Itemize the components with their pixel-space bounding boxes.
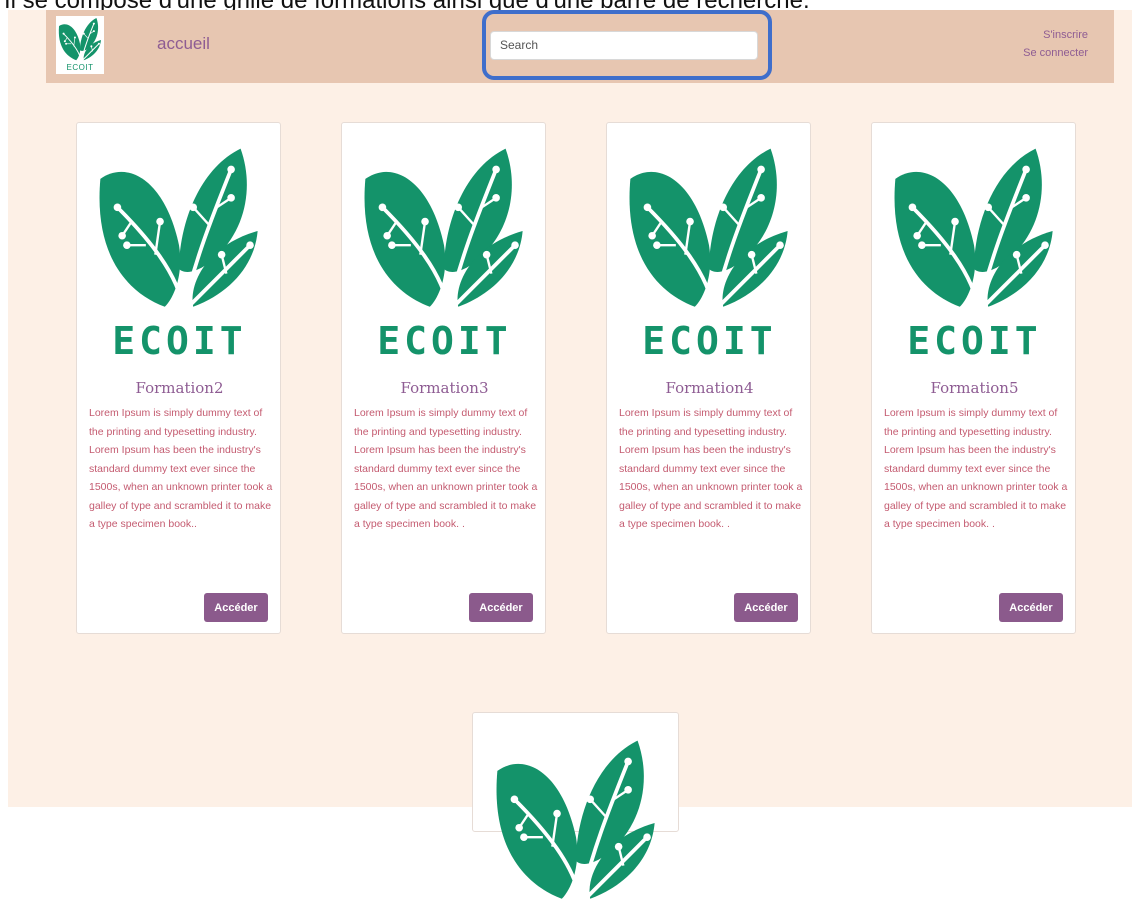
formation-card: ECOIT Formation2 Lorem Ipsum is simply d… — [76, 122, 281, 634]
nav-logo[interactable]: ECOIT — [56, 16, 104, 74]
leaf-logo-icon — [892, 146, 1055, 314]
card-description: Lorem Ipsum is simply dummy text of the … — [619, 407, 803, 530]
card-title: Formation2 — [135, 379, 224, 397]
access-button[interactable]: Accéder — [204, 593, 268, 622]
nav-logo-text: ECOIT — [66, 63, 94, 72]
card-description: Lorem Ipsum is simply dummy text of the … — [884, 407, 1068, 530]
leaf-logo-icon — [362, 146, 525, 314]
leaf-logo-icon — [494, 738, 657, 906]
access-button[interactable]: Accéder — [469, 593, 533, 622]
navbar: ECOIT accueil Search S'inscrire Se conne… — [46, 10, 1114, 83]
leaf-logo-icon — [58, 17, 102, 62]
card-brand: ECOIT — [642, 319, 777, 363]
access-button[interactable]: Accéder — [734, 593, 798, 622]
signup-link[interactable]: S'inscrire — [1023, 26, 1088, 44]
login-link[interactable]: Se connecter — [1023, 44, 1088, 62]
card-description: Lorem Ipsum is simply dummy text of the … — [354, 407, 538, 530]
card-brand: ECOIT — [112, 319, 247, 363]
nav-home-link[interactable]: accueil — [157, 34, 210, 54]
card-brand: ECOIT — [907, 319, 1042, 363]
formation-card: ECOIT Formation3 Lorem Ipsum is simply d… — [341, 122, 546, 634]
card-brand: ECOIT — [377, 319, 512, 363]
leaf-logo-icon — [627, 146, 790, 314]
card-title: Formation3 — [400, 379, 489, 397]
card-title: Formation4 — [665, 379, 754, 397]
card-description: Lorem Ipsum is simply dummy text of the … — [89, 407, 273, 530]
formation-card-partial — [472, 712, 679, 906]
formation-card: ECOIT Formation4 Lorem Ipsum is simply d… — [606, 122, 811, 634]
access-button[interactable]: Accéder — [999, 593, 1063, 622]
search-input[interactable]: Search — [490, 31, 758, 60]
leaf-logo-icon — [97, 146, 260, 314]
nav-auth-links: S'inscrire Se connecter — [1023, 26, 1088, 62]
page: ECOIT accueil Search S'inscrire Se conne… — [8, 10, 1132, 906]
card-title: Formation5 — [930, 379, 1019, 397]
formation-card: ECOIT Formation5 Lorem Ipsum is simply d… — [871, 122, 1076, 634]
